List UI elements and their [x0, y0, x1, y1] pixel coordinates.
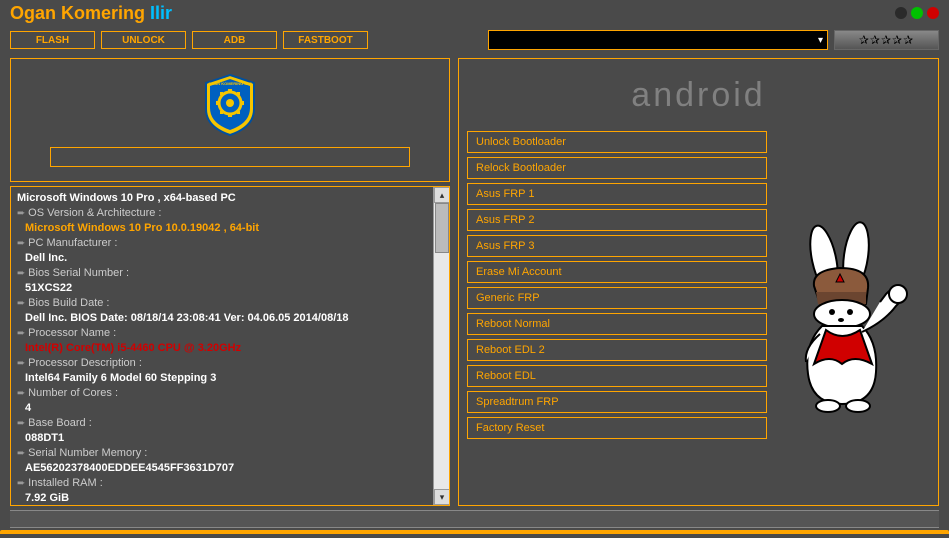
scrollbar[interactable]: ▴ ▾ [433, 187, 449, 505]
tab-fastboot[interactable]: FASTBOOT [283, 31, 368, 49]
sysinfo-label: PC Manufacturer : [17, 236, 443, 251]
sysinfo-label: Installed RAM : [17, 476, 443, 491]
action-unlock-bootloader[interactable]: Unlock Bootloader [467, 131, 767, 153]
action-reboot-normal[interactable]: Reboot Normal [467, 313, 767, 335]
action-relock-bootloader[interactable]: Relock Bootloader [467, 157, 767, 179]
android-logo: android [467, 67, 930, 123]
sysinfo-label: Number of Cores : [17, 386, 443, 401]
tab-adb[interactable]: ADB [192, 31, 277, 49]
sysinfo-value: Intel64 Family 6 Model 60 Stepping 3 [17, 371, 443, 386]
close-button[interactable] [927, 7, 939, 19]
footer-accent [0, 530, 949, 534]
sysinfo-label: Serial Number Memory : [17, 446, 443, 461]
maximize-button[interactable] [911, 7, 923, 19]
status-bar [10, 510, 939, 528]
tab-unlock[interactable]: UNLOCK [101, 31, 186, 49]
sysinfo-value: AE56202378400EDDEE4545FF3631D707 [17, 461, 443, 476]
action-spreadtrum-frp[interactable]: Spreadtrum FRP [467, 391, 767, 413]
sysinfo-label: Processor Name : [17, 326, 443, 341]
sysinfo-value: 7.92 GiB [17, 491, 443, 505]
sysinfo-label: Bios Build Date : [17, 296, 443, 311]
action-erase-mi-account[interactable]: Erase Mi Account [467, 261, 767, 283]
system-info-panel: Microsoft Windows 10 Pro , x64-based PCO… [10, 186, 450, 506]
sysinfo-label: Base Board : [17, 416, 443, 431]
mi-bunny-icon [784, 214, 924, 414]
crest-logo-icon: OGAN KOMERING ILIR [202, 73, 258, 137]
sysinfo-value: Dell Inc. BIOS Date: 08/18/14 23:08:41 V… [17, 311, 443, 326]
sysinfo-label: Processor Description : [17, 356, 443, 371]
action-asus-frp-3[interactable]: Asus FRP 3 [467, 235, 767, 257]
path-input[interactable] [50, 147, 410, 167]
sysinfo-label: OS Version & Architecture : [17, 206, 443, 221]
chevron-down-icon: ▾ [818, 35, 823, 46]
tab-flash[interactable]: FLASH [10, 31, 95, 49]
svg-text:OGAN KOMERING ILIR: OGAN KOMERING ILIR [208, 81, 252, 86]
action-asus-frp-1[interactable]: Asus FRP 1 [467, 183, 767, 205]
rating-button[interactable]: ✰✰✰✰✰ [834, 30, 939, 50]
scroll-thumb[interactable] [435, 203, 449, 253]
app-title: Ogan Komering Ilir [10, 3, 172, 24]
sysinfo-value: Microsoft Windows 10 Pro 10.0.19042 , 64… [17, 221, 443, 236]
minimize-button[interactable] [895, 7, 907, 19]
sysinfo-value: 4 [17, 401, 443, 416]
action-asus-frp-2[interactable]: Asus FRP 2 [467, 209, 767, 231]
sysinfo-header: Microsoft Windows 10 Pro , x64-based PC [17, 191, 443, 206]
sysinfo-value: 088DT1 [17, 431, 443, 446]
scroll-up-icon[interactable]: ▴ [434, 187, 450, 203]
sysinfo-value: 51XCS22 [17, 281, 443, 296]
action-reboot-edl-2[interactable]: Reboot EDL 2 [467, 339, 767, 361]
action-reboot-edl[interactable]: Reboot EDL [467, 365, 767, 387]
sysinfo-value: Intel(R) Core(TM) i5-4460 CPU @ 3.20GHz [17, 341, 443, 356]
scroll-down-icon[interactable]: ▾ [434, 489, 450, 505]
sysinfo-label: Bios Serial Number : [17, 266, 443, 281]
logo-panel: OGAN KOMERING ILIR [10, 58, 450, 182]
device-combo[interactable]: ▾ [488, 30, 828, 50]
action-generic-frp[interactable]: Generic FRP [467, 287, 767, 309]
sysinfo-value: Dell Inc. [17, 251, 443, 266]
action-factory-reset[interactable]: Factory Reset [467, 417, 767, 439]
